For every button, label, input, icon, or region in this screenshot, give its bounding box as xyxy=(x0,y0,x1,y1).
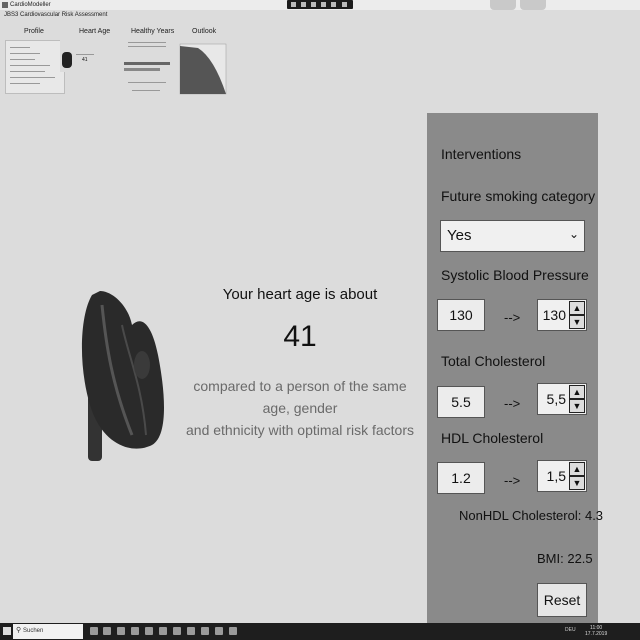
profile-thumbnail[interactable] xyxy=(5,40,65,94)
decrement-icon[interactable]: ▼ xyxy=(569,399,585,413)
ghost-tab xyxy=(520,0,546,10)
healthy-years-thumbnail[interactable] xyxy=(122,40,172,100)
taskbar-search[interactable]: ⚲ Suchen xyxy=(13,624,83,639)
tc-arrow: --> xyxy=(504,396,521,411)
tab-healthy-years[interactable]: Healthy Years xyxy=(131,28,174,35)
taskbar-search-placeholder: Suchen xyxy=(23,628,44,634)
window-title: CardioModeller xyxy=(10,2,51,8)
heart-age-heading: Your heart age is about xyxy=(222,286,378,303)
tab-profile[interactable]: Profile xyxy=(24,28,44,35)
taskbar-clock[interactable]: 11:00 17.7.2019 xyxy=(585,625,607,637)
sbp-arrow: --> xyxy=(504,310,521,325)
taskbar-app-icon[interactable] xyxy=(215,627,223,635)
interventions-title: Interventions xyxy=(441,146,522,162)
app-icon xyxy=(2,2,8,8)
taskbar-app-icon[interactable] xyxy=(117,627,125,635)
outlook-thumbnail[interactable] xyxy=(178,40,228,102)
smoking-select[interactable]: Yes ⌄ xyxy=(440,220,585,252)
clock-date: 17.7.2019 xyxy=(585,631,608,637)
heart-age-thumbnail[interactable]: 41 xyxy=(60,40,100,72)
taskbar: ⚲ Suchen DEU 11:00 17.7.2019 xyxy=(0,623,640,640)
heart-age-description: compared to a person of the same age, ge… xyxy=(180,375,420,441)
chevron-down-icon[interactable]: ⌄ xyxy=(569,227,579,241)
interventions-panel: Interventions Future smoking category Ye… xyxy=(427,113,603,623)
increment-icon[interactable]: ▲ xyxy=(569,301,585,315)
outlook-mini-chart xyxy=(179,43,227,95)
smoking-label: Future smoking category xyxy=(441,188,596,204)
toolbar-icon[interactable] xyxy=(291,2,296,7)
taskbar-app-icon[interactable] xyxy=(131,627,139,635)
nonhdl-value: NonHDL Cholesterol: 4.3 xyxy=(459,508,604,523)
bmi-value: BMI: 22.5 xyxy=(537,551,593,566)
tab-heart-age[interactable]: Heart Age xyxy=(79,28,110,35)
app-subtitle: JBS3 Cardiovascular Risk Assessment xyxy=(4,12,108,18)
hdl-current-field[interactable]: 1.2 xyxy=(437,462,485,494)
heart-icon xyxy=(81,291,164,461)
tc-label: Total Cholesterol xyxy=(441,353,546,369)
taskbar-app-icon[interactable] xyxy=(229,627,237,635)
remote-toolbar[interactable] xyxy=(287,0,353,9)
taskbar-app-icon[interactable] xyxy=(90,627,98,635)
search-icon: ⚲ xyxy=(16,627,22,634)
hdl-target-value: 1,5 xyxy=(546,468,566,484)
increment-icon[interactable]: ▲ xyxy=(569,462,585,476)
toolbar-icon[interactable] xyxy=(331,2,336,7)
smoking-selected-value: Yes xyxy=(447,227,472,244)
tc-target-value: 5,5 xyxy=(546,391,566,407)
taskbar-app-icon[interactable] xyxy=(201,627,209,635)
taskbar-app-icon[interactable] xyxy=(159,627,167,635)
taskbar-app-icon[interactable] xyxy=(173,627,181,635)
taskbar-app-icon[interactable] xyxy=(145,627,153,635)
toolbar-icon[interactable] xyxy=(301,2,306,7)
toolbar-icon[interactable] xyxy=(321,2,326,7)
tab-outlook[interactable]: Outlook xyxy=(192,28,216,35)
toolbar-icon[interactable] xyxy=(311,2,316,7)
heart-age-value: 41 xyxy=(283,320,317,353)
reset-button[interactable]: Reset xyxy=(537,583,587,617)
sbp-current-field[interactable]: 130 xyxy=(437,299,485,331)
sbp-label: Systolic Blood Pressure xyxy=(441,267,589,283)
hdl-target-stepper[interactable]: 1,5 ▲ ▼ xyxy=(537,460,587,492)
description-line: and ethnicity with optimal risk factors xyxy=(186,422,414,438)
sbp-target-value: 130 xyxy=(542,307,566,323)
decrement-icon[interactable]: ▼ xyxy=(569,476,585,490)
toolbar-icon[interactable] xyxy=(342,2,347,7)
taskbar-app-icon[interactable] xyxy=(187,627,195,635)
windows-start-icon[interactable] xyxy=(3,627,11,635)
taskbar-app-icon[interactable] xyxy=(103,627,111,635)
heart-image xyxy=(72,285,172,465)
tc-target-stepper[interactable]: 5,5 ▲ ▼ xyxy=(537,383,587,415)
description-line: compared to a person of the same age, ge… xyxy=(193,378,407,416)
increment-icon[interactable]: ▲ xyxy=(569,385,585,399)
tc-current-field[interactable]: 5.5 xyxy=(437,386,485,418)
language-indicator[interactable]: DEU xyxy=(565,627,576,633)
decrement-icon[interactable]: ▼ xyxy=(569,315,585,329)
hdl-label: HDL Cholesterol xyxy=(441,430,544,446)
sbp-target-stepper[interactable]: 130 ▲ ▼ xyxy=(537,299,587,331)
ghost-tab xyxy=(490,0,516,10)
hdl-arrow: --> xyxy=(504,473,521,488)
